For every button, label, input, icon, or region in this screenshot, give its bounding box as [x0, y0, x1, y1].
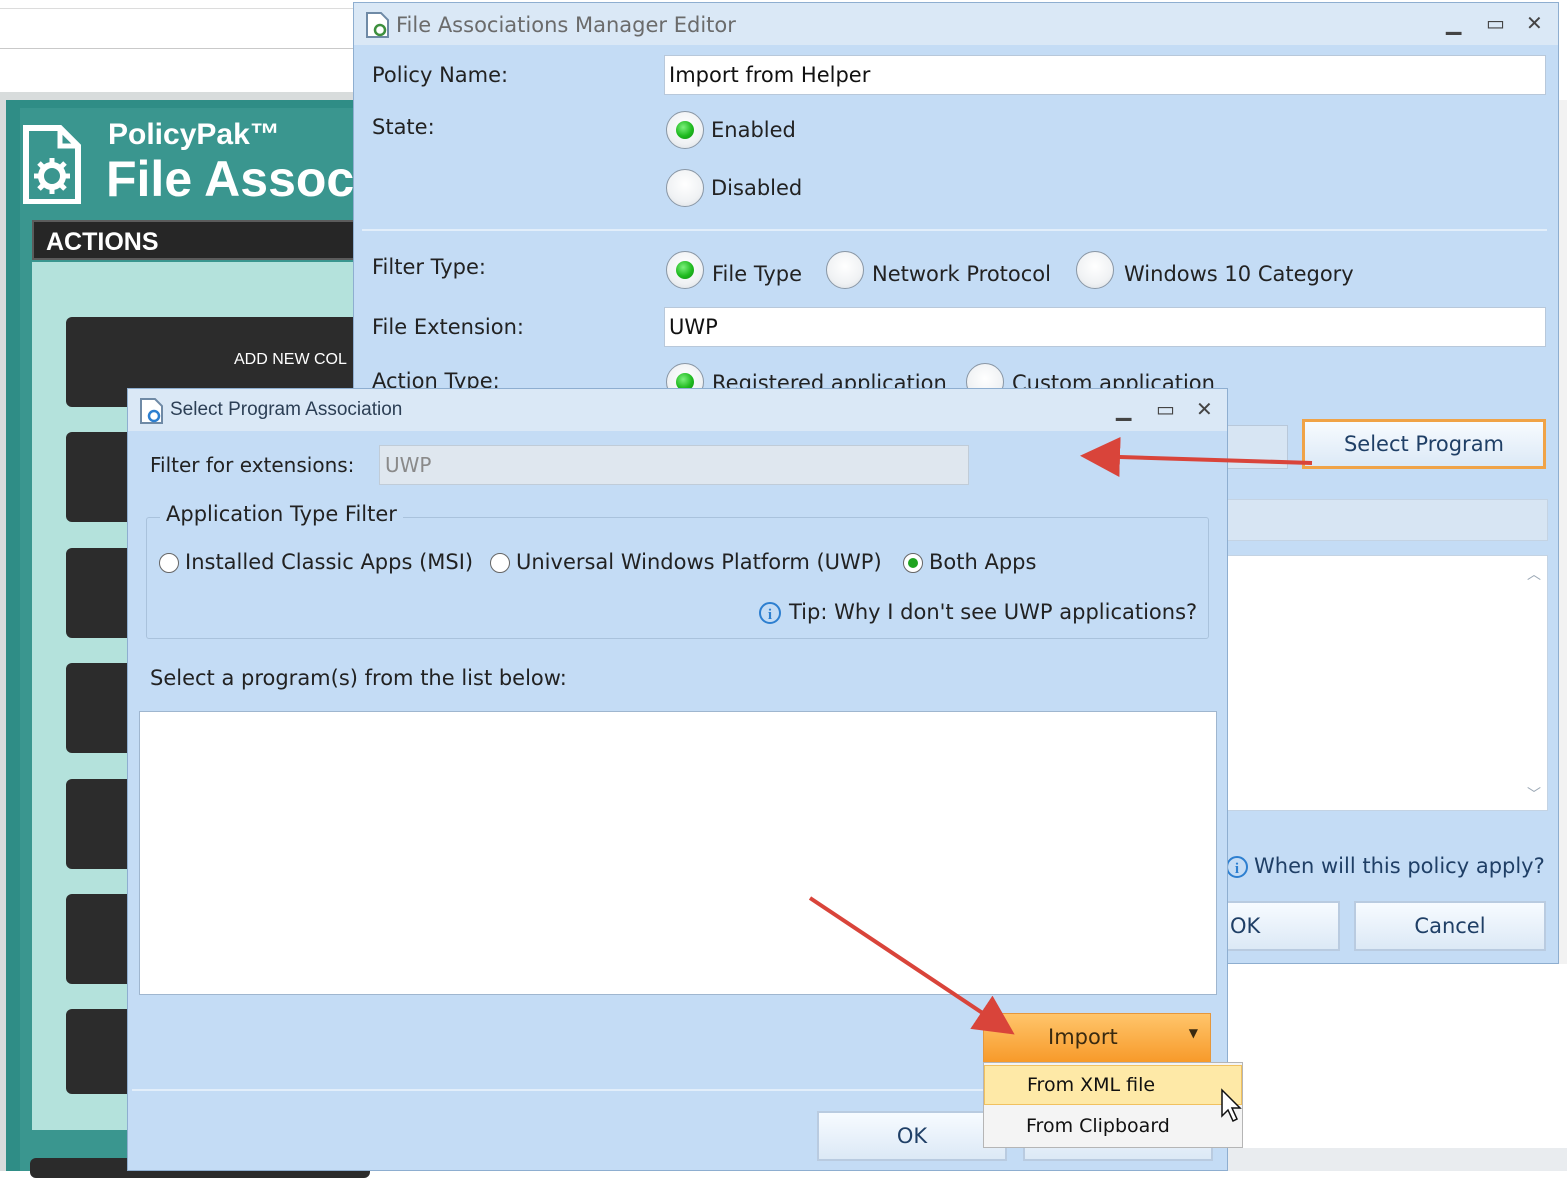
- arrow-to-import-icon: [808, 896, 1015, 1035]
- mouse-cursor-icon: [1221, 1088, 1242, 1123]
- annotation-arrows: [808, 437, 1313, 1123]
- arrow-to-filter-icon: [1080, 437, 1313, 477]
